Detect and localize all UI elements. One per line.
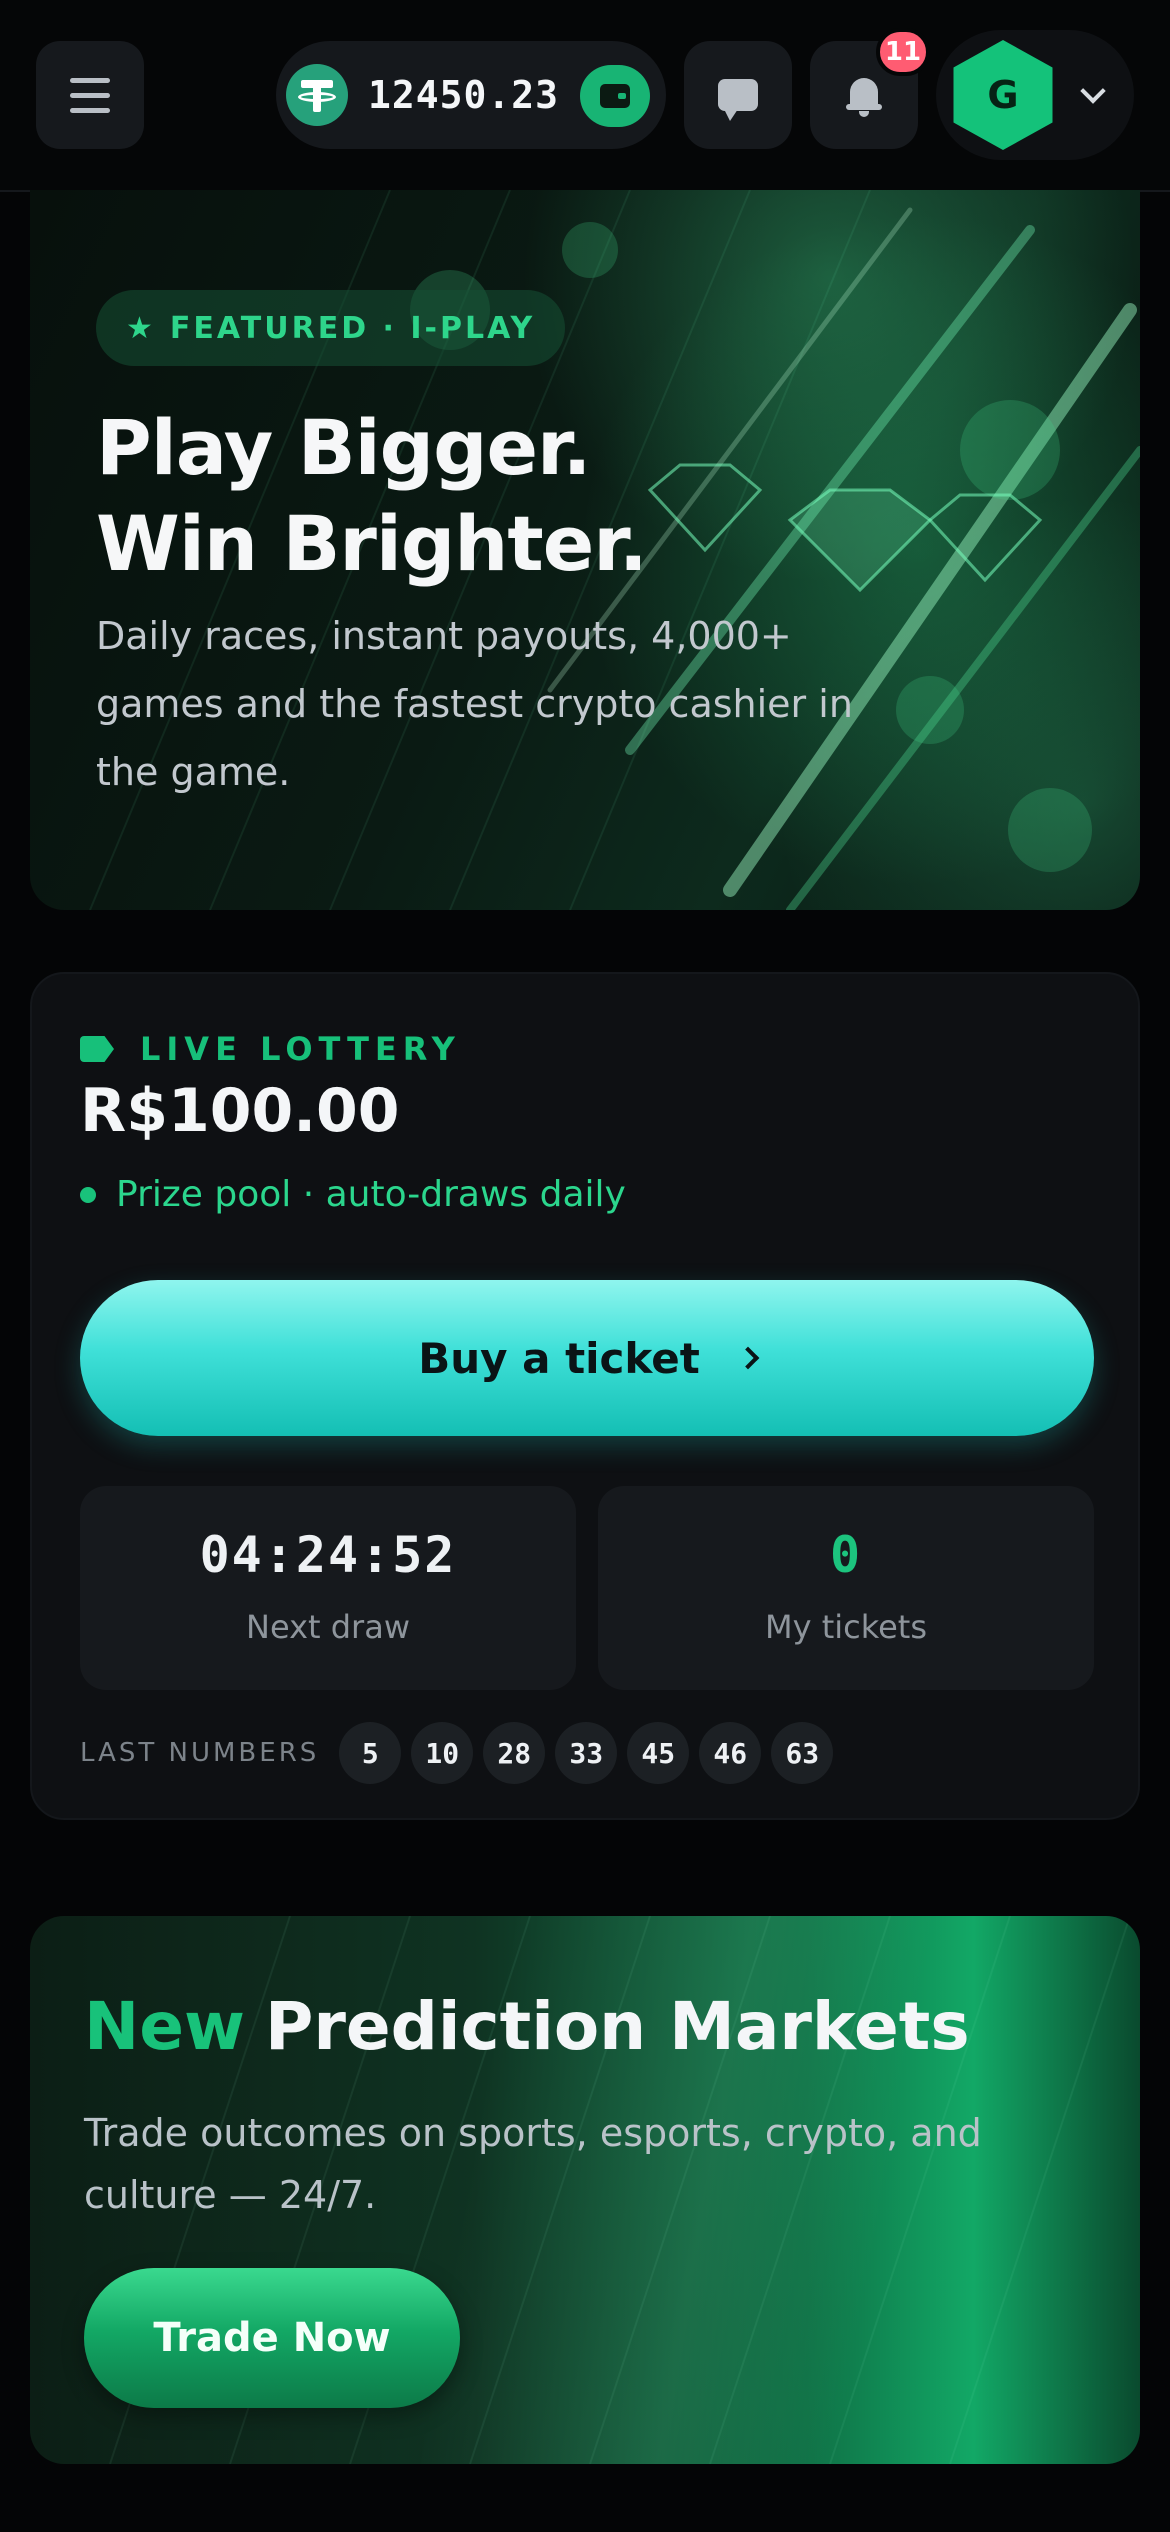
last-number-ball: 33	[555, 1722, 618, 1784]
last-numbers-label: LAST NUMBERS	[80, 1738, 320, 1768]
lottery-label: LIVE LOTTERY	[80, 1030, 461, 1068]
last-number-ball: 28	[483, 1722, 546, 1784]
hero-title-line: Win Brighter.	[96, 499, 648, 588]
hero-title: Play Bigger. Win Brighter.	[96, 400, 648, 592]
menu-icon-bar	[70, 92, 110, 98]
lottery-label-text: LIVE LOTTERY	[140, 1030, 461, 1068]
tether-icon	[286, 64, 348, 126]
prediction-description: Trade outcomes on sports, esports, crypt…	[84, 2111, 982, 2217]
trade-now-button[interactable]: Trade Now	[84, 2268, 460, 2408]
chat-button[interactable]	[684, 41, 792, 149]
menu-button[interactable]	[36, 41, 144, 149]
ticket-icon	[80, 1036, 114, 1062]
buy-ticket-label: Buy a ticket	[418, 1333, 700, 1383]
last-number-ball: 45	[627, 1722, 690, 1784]
featured-badge: ★ FEATURED · I-PLAY	[96, 290, 566, 366]
menu-icon-bar	[70, 77, 110, 83]
balance-pill[interactable]: 12450.23	[276, 41, 666, 149]
my-tickets-stat: 0 My tickets	[598, 1486, 1094, 1690]
chevron-right-icon	[736, 1346, 760, 1370]
hero-description: Daily races, instant payouts, 4,000+ gam…	[96, 614, 853, 794]
featured-hero-banner[interactable]: ★ FEATURED · I-PLAY Play Bigger. Win Bri…	[30, 190, 1140, 910]
my-tickets-count: 0	[829, 1526, 863, 1584]
live-dot-icon	[80, 1186, 96, 1203]
prediction-markets-banner: New Prediction Markets Trade outcomes on …	[30, 1916, 1140, 2464]
next-draw-label: Next draw	[246, 1608, 410, 1646]
prediction-title: New Prediction Markets	[84, 1988, 970, 2065]
last-number-ball: 5	[339, 1722, 402, 1784]
live-lottery-card: LIVE LOTTERY R$100.00 Prize pool · auto-…	[30, 972, 1140, 1820]
last-numbers-row: LAST NUMBERS 5 10 28 33 45 46 63	[80, 1722, 843, 1784]
star-icon: ★	[126, 310, 156, 346]
menu-icon-bar	[70, 107, 110, 113]
last-number-ball: 63	[771, 1722, 834, 1784]
notification-count-badge: 11	[876, 28, 930, 76]
balance-value: 12450.23	[368, 73, 560, 117]
next-draw-countdown: 04:24:52	[199, 1526, 457, 1584]
wallet-icon	[600, 84, 630, 108]
my-tickets-label: My tickets	[764, 1608, 928, 1646]
prediction-title-accent: New	[84, 1988, 245, 2065]
next-draw-stat: 04:24:52 Next draw	[80, 1486, 576, 1690]
prize-pool-subtitle-text: Prize pool · auto-draws daily	[116, 1174, 626, 1215]
avatar: G	[953, 40, 1053, 150]
buy-ticket-button[interactable]: Buy a ticket	[80, 1280, 1094, 1436]
prize-pool-amount: R$100.00	[80, 1076, 400, 1146]
chevron-down-icon	[1080, 78, 1106, 104]
top-bar: 12450.23 11 G	[0, 0, 1170, 192]
prediction-title-text: Prediction Markets	[264, 1988, 970, 2065]
hero-title-line: Play Bigger.	[96, 403, 592, 492]
chat-icon	[718, 79, 758, 121]
wallet-button[interactable]	[580, 65, 650, 127]
bell-icon	[846, 74, 882, 117]
prize-pool-subtitle: Prize pool · auto-draws daily	[80, 1174, 626, 1215]
featured-badge-label: FEATURED · I-PLAY	[169, 310, 536, 346]
last-number-ball: 46	[699, 1722, 762, 1784]
profile-menu-button[interactable]: G	[936, 30, 1134, 160]
last-number-ball: 10	[411, 1722, 474, 1784]
